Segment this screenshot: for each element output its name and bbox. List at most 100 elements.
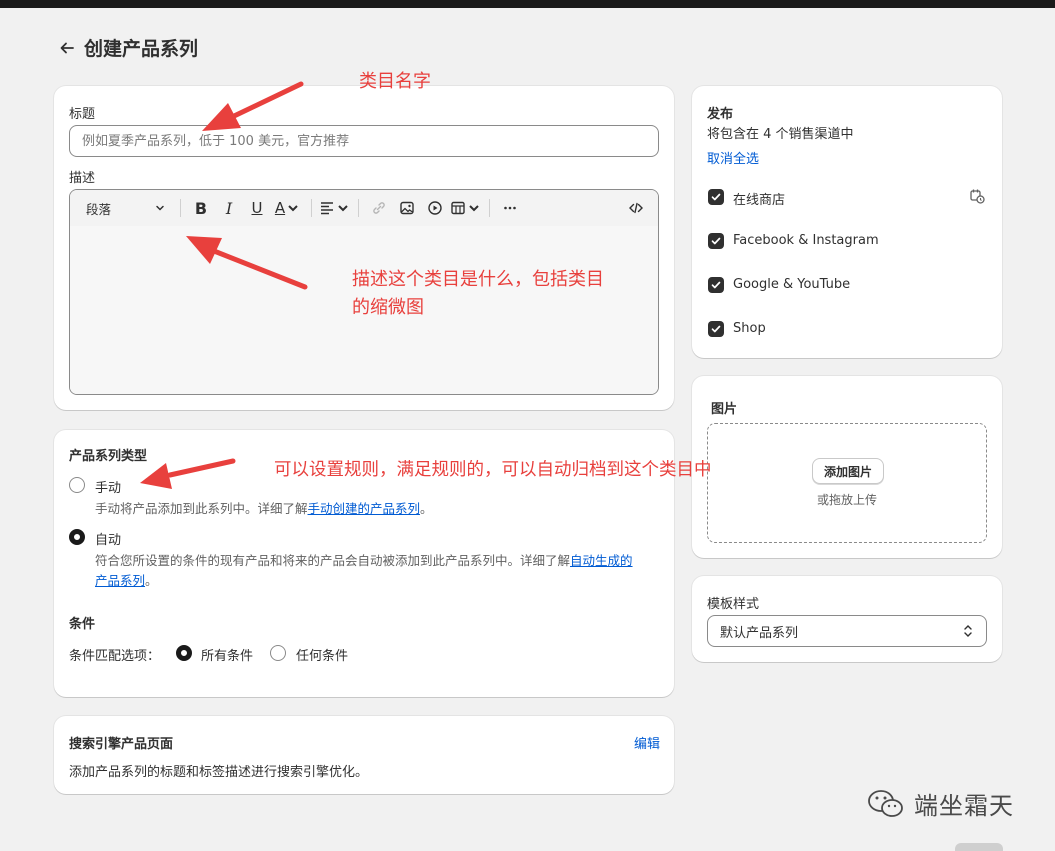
table-icon: [451, 201, 465, 215]
bold-button[interactable]: B: [187, 194, 215, 222]
annotation-desc-note-line1: 描述这个类目是什么，包括类目: [352, 269, 604, 290]
seo-description: 添加产品系列的标题和标签描述进行搜索引擎优化。: [69, 765, 369, 780]
page-title: 创建产品系列: [84, 38, 199, 60]
chevron-down-icon: [156, 205, 164, 211]
underline-icon: U: [251, 199, 263, 217]
deselect-all-link[interactable]: 取消全选: [707, 148, 759, 167]
title-input[interactable]: [69, 125, 659, 157]
paragraph-select[interactable]: 段落: [78, 195, 174, 221]
template-select[interactable]: 默认产品系列: [707, 615, 987, 647]
paragraph-select-label: 段落: [86, 201, 112, 217]
text-color-icon: A: [274, 199, 286, 217]
manual-help: 手动将产品添加到此系列中。详细了解手动创建的产品系列。: [95, 499, 433, 519]
manual-help-link[interactable]: 手动创建的产品系列: [308, 501, 421, 516]
match-options-label: 条件匹配选项：: [69, 649, 161, 664]
automatic-help: 符合您所设置的条件的现有产品和将来的产品会自动被添加到此产品系列中。详细了解自动…: [95, 551, 660, 591]
checkmark-icon: [711, 281, 721, 289]
seo-edit-link[interactable]: 编辑: [634, 733, 660, 752]
image-icon: [400, 201, 414, 215]
add-image-button[interactable]: 添加图片: [812, 458, 884, 484]
top-bar: [0, 0, 1055, 8]
match-all-radio[interactable]: [176, 645, 192, 661]
image-button[interactable]: [393, 194, 421, 222]
seo-heading: 搜索引擎产品页面: [69, 737, 174, 752]
editor-toolbar: 段落 B I U A: [70, 190, 658, 226]
match-all-label: 所有条件: [201, 649, 254, 664]
toolbar-divider: [489, 199, 490, 217]
chevron-down-icon: [338, 205, 348, 212]
automatic-help-text: 符合您所设置的条件的现有产品和将来的产品会自动被添加到此产品系列中。详细了解: [95, 553, 571, 568]
corner-button[interactable]: [955, 843, 1003, 851]
toolbar-divider: [311, 199, 312, 217]
code-icon: [629, 202, 643, 214]
annotation-type-note: 可以设置规则，满足规则的，可以自动归档到这个类目中: [274, 460, 712, 480]
toolbar-divider: [180, 199, 181, 217]
channel-google-label: Google & YouTube: [733, 277, 851, 292]
description-editor: 段落 B I U A: [69, 189, 659, 395]
automatic-radio[interactable]: [69, 529, 85, 545]
more-button[interactable]: [496, 194, 524, 222]
seo-card: 搜索引擎产品页面 编辑 添加产品系列的标题和标签描述进行搜索引擎优化。: [54, 716, 674, 794]
title-description-card: 标题 描述 段落 B I U A: [54, 86, 674, 410]
align-button[interactable]: [318, 194, 352, 222]
collection-type-heading: 产品系列类型: [69, 449, 148, 464]
channel-online-store-label: 在线商店: [733, 193, 786, 208]
watermark: 端坐霜天: [866, 786, 1014, 821]
channel-online-store-checkbox[interactable]: [708, 189, 724, 205]
video-button[interactable]: [421, 194, 449, 222]
chevron-down-icon: [288, 205, 298, 212]
link-button[interactable]: [365, 194, 393, 222]
automatic-label: 自动: [95, 533, 122, 548]
toolbar-divider: [358, 199, 359, 217]
underline-button[interactable]: U: [243, 194, 271, 222]
align-left-icon: [321, 202, 333, 215]
automatic-help-link-cont[interactable]: 产品系列: [95, 573, 145, 588]
channel-google-checkbox[interactable]: [708, 277, 724, 293]
channel-shop-checkbox[interactable]: [708, 321, 724, 337]
italic-icon: I: [225, 198, 233, 218]
template-label: 模板样式: [707, 597, 760, 612]
channel-facebook-checkbox[interactable]: [708, 233, 724, 249]
image-heading: 图片: [711, 402, 738, 417]
wechat-icon: [868, 789, 903, 817]
table-button[interactable]: [449, 194, 483, 222]
checkmark-icon: [711, 325, 721, 333]
manual-radio[interactable]: [69, 477, 85, 493]
manual-label: 手动: [95, 481, 122, 496]
link-icon: [373, 202, 385, 214]
code-view-button[interactable]: [622, 194, 650, 222]
description-label: 描述: [69, 171, 96, 186]
title-label: 标题: [69, 107, 96, 122]
channel-facebook-label: Facebook & Instagram: [733, 233, 879, 248]
chevron-up-down-icon: [964, 625, 972, 637]
manual-help-text: 手动将产品添加到此系列中。详细了解: [95, 501, 308, 516]
chevron-down-icon: [469, 205, 479, 212]
template-select-value: 默认产品系列: [720, 625, 799, 641]
automatic-help-link[interactable]: 自动生成的: [570, 553, 633, 568]
bold-icon: B: [194, 198, 208, 218]
publishing-subtitle: 将包含在 4 个销售渠道中: [707, 127, 854, 142]
match-any-radio[interactable]: [270, 645, 286, 661]
match-any-label: 任何条件: [296, 649, 349, 664]
template-card: 模板样式 默认产品系列: [692, 576, 1002, 662]
image-dropzone[interactable]: 添加图片 或拖放上传: [707, 423, 987, 543]
checkmark-icon: [711, 237, 721, 245]
automatic-help-suffix: 。: [145, 573, 158, 588]
annotation-title-note: 类目名字: [359, 71, 431, 92]
publishing-heading: 发布: [707, 107, 734, 122]
annotation-desc-note-line2: 的缩微图: [352, 297, 424, 318]
drop-hint: 或拖放上传: [816, 493, 877, 507]
image-card: 图片 添加图片 或拖放上传: [692, 376, 1002, 558]
channel-shop-label: Shop: [733, 321, 766, 336]
italic-button[interactable]: I: [215, 194, 243, 222]
manual-help-suffix: 。: [420, 501, 433, 516]
checkmark-icon: [711, 193, 721, 201]
text-color-button[interactable]: A: [271, 194, 305, 222]
back-arrow-icon[interactable]: [58, 39, 76, 57]
more-horizontal-icon: [504, 206, 516, 210]
publishing-card: 发布 将包含在 4 个销售渠道中 取消全选 在线商店 Facebook & In…: [692, 86, 1002, 358]
calendar-schedule-icon[interactable]: [969, 188, 986, 205]
watermark-text: 端坐霜天: [914, 792, 1014, 820]
conditions-heading: 条件: [69, 617, 96, 632]
play-circle-icon: [428, 201, 442, 215]
